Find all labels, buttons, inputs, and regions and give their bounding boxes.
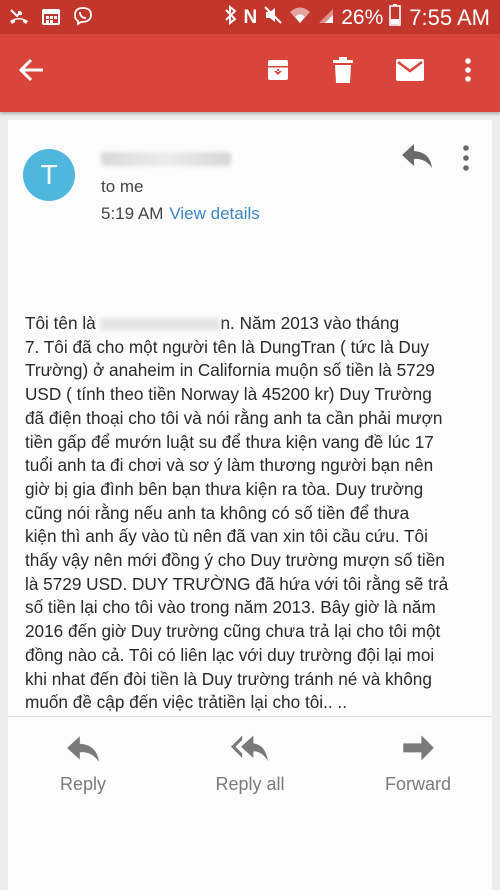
mail-icon — [396, 59, 424, 81]
app-bar — [0, 34, 500, 112]
forward-label: Forward — [384, 774, 451, 794]
reply-icon — [67, 736, 99, 762]
reply-icon — [402, 144, 432, 168]
wifi-icon — [289, 6, 311, 30]
mark-unread-button[interactable] — [388, 48, 432, 92]
missed-call-icon — [8, 5, 30, 27]
reply-all-label: Reply all — [215, 774, 285, 794]
reply-label: Reply — [59, 774, 107, 794]
battery-icon — [389, 4, 402, 32]
bluetooth-icon — [224, 4, 238, 31]
message-more-button[interactable] — [462, 145, 476, 173]
delete-button[interactable] — [321, 48, 365, 92]
body-text-start: Tôi tên là — [25, 313, 101, 333]
redacted-name — [100, 317, 221, 331]
view-details-link[interactable]: View details — [169, 204, 259, 224]
divider — [8, 716, 492, 717]
status-time: 7:55 AM — [409, 5, 490, 30]
archive-icon — [268, 60, 288, 80]
back-button[interactable] — [10, 48, 54, 92]
battery-percentage: 26% — [341, 6, 384, 29]
sender-avatar[interactable]: T — [23, 149, 75, 201]
forward-icon — [403, 735, 434, 761]
reply-all-button[interactable]: Reply all — [208, 734, 292, 795]
nfc-icon: N — [243, 7, 258, 28]
back-arrow-icon — [19, 58, 43, 82]
sender-name-redacted — [101, 152, 231, 166]
reply-button[interactable]: Reply — [48, 734, 118, 795]
viber-icon — [72, 5, 94, 27]
system-status-icons: N 26% 7:55 AM — [224, 4, 490, 32]
trash-icon — [333, 57, 353, 83]
status-bar: N 26% 7:55 AM — [0, 0, 500, 34]
signal-icon — [317, 6, 335, 30]
message-meta: 5:19 AM View details — [101, 204, 260, 224]
message-body: Tôi tên là n. Năm 2013 vào tháng 7. Tôi … — [25, 312, 485, 715]
more-vert-icon — [463, 145, 469, 171]
forward-button[interactable]: Forward — [376, 734, 460, 795]
more-options-button[interactable] — [446, 48, 490, 92]
body-text-rest: n. Năm 2013 vào tháng 7. Tôi đã cho một … — [25, 313, 449, 713]
reply-all-icon — [231, 735, 268, 762]
mute-icon — [263, 5, 283, 31]
calendar-icon — [40, 5, 62, 27]
archive-button[interactable] — [256, 48, 300, 92]
notification-icons — [8, 5, 94, 27]
recipient-line: to me — [101, 177, 144, 196]
reply-button-top[interactable] — [401, 143, 433, 171]
message-time: 5:19 AM — [101, 204, 164, 223]
more-vert-icon — [465, 58, 471, 82]
